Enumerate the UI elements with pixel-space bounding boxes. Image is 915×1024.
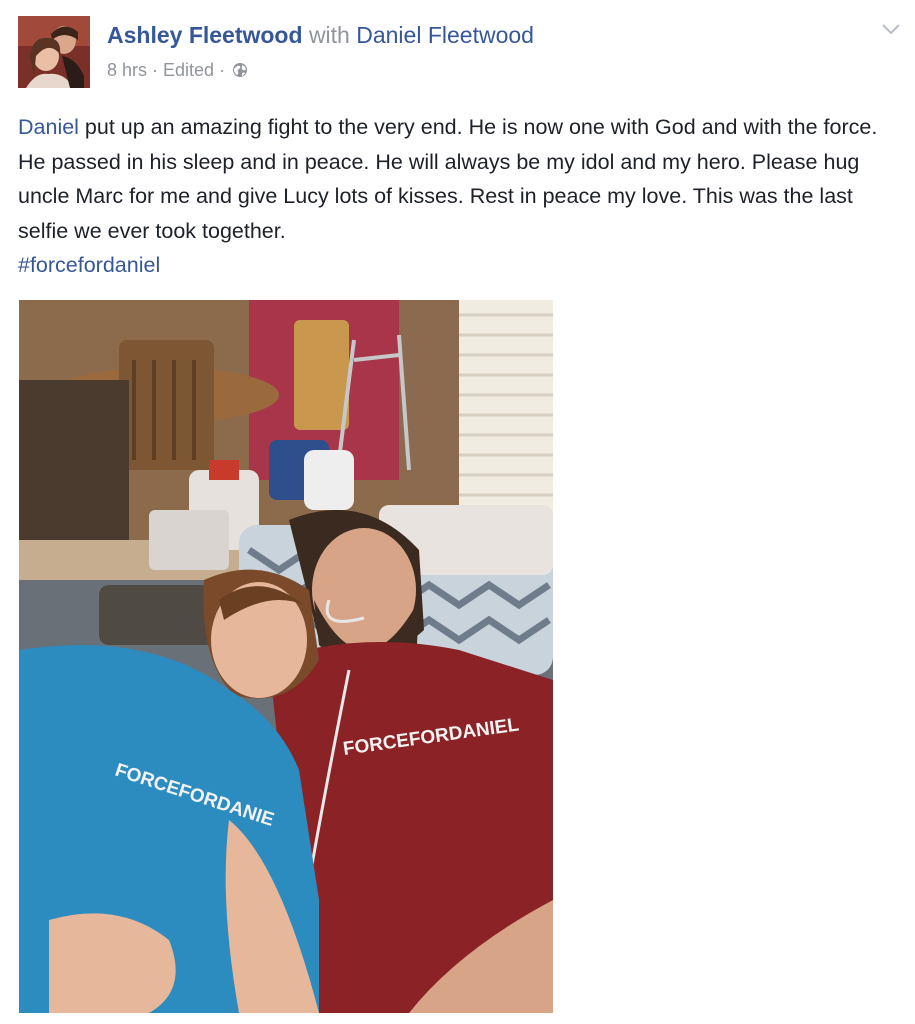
- selfie-photo: FORCEFORDANIEL FORCEFORDANIE: [19, 300, 553, 1013]
- facebook-post: Ashley Fleetwood with Daniel Fleetwood 8…: [0, 0, 915, 1024]
- post-header: Ashley Fleetwood with Daniel Fleetwood: [107, 20, 534, 50]
- globe-icon[interactable]: [232, 62, 248, 78]
- author-avatar[interactable]: [18, 16, 90, 88]
- avatar-photo: [18, 16, 90, 88]
- post-photo[interactable]: FORCEFORDANIEL FORCEFORDANIE: [19, 300, 553, 1013]
- post-message: put up an amazing fight to the very end.…: [18, 115, 878, 243]
- post-body: Daniel put up an amazing fight to the ve…: [18, 110, 903, 283]
- meta-separator: ·: [152, 60, 159, 80]
- with-label: with: [308, 22, 350, 48]
- post-meta: 8 hrs · Edited ·: [107, 58, 248, 82]
- chevron-down-icon[interactable]: [881, 22, 901, 36]
- edited-label[interactable]: Edited: [163, 58, 214, 82]
- mention-link[interactable]: Daniel: [18, 115, 79, 139]
- author-name-link[interactable]: Ashley Fleetwood: [107, 22, 303, 48]
- meta-separator: ·: [219, 60, 226, 80]
- post-timestamp[interactable]: 8 hrs: [107, 58, 147, 82]
- hashtag-link[interactable]: #forcefordaniel: [18, 248, 903, 283]
- tagged-user-link[interactable]: Daniel Fleetwood: [356, 22, 534, 48]
